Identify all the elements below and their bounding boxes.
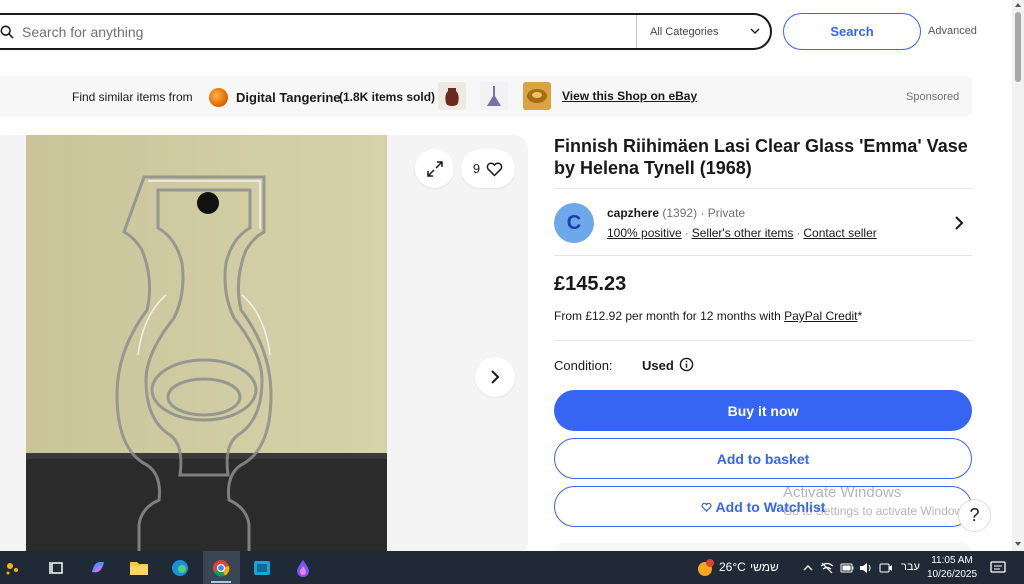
expand-image-button[interactable]	[415, 149, 454, 188]
heart-icon	[486, 161, 503, 177]
condition-value: Used	[642, 358, 674, 373]
seller-other-items-link[interactable]: Seller's other items	[692, 226, 794, 240]
listing-title: Finnish Riihimäen Lasi Clear Glass 'Emma…	[554, 136, 968, 178]
shop-item-thumbnail[interactable]	[523, 82, 551, 110]
product-photo[interactable]	[26, 135, 387, 555]
info-icon[interactable]	[679, 357, 694, 372]
chevron-right-icon[interactable]	[952, 216, 966, 230]
divider	[554, 255, 972, 256]
chrome-icon[interactable]	[209, 556, 233, 580]
view-shop-link[interactable]: View this Shop on eBay	[562, 89, 697, 103]
active-app-indicator	[211, 581, 231, 583]
meet-now-icon[interactable]	[874, 556, 898, 580]
edge-icon[interactable]	[168, 556, 192, 580]
shop-name[interactable]: Digital Tangerine	[236, 90, 341, 105]
task-view-icon[interactable]	[45, 556, 69, 580]
scroll-down-arrow-icon[interactable]	[1015, 541, 1021, 547]
clock-date: 10/26/2025	[926, 569, 978, 580]
price: £145.23	[554, 273, 627, 295]
separator-dot: ·	[700, 206, 705, 220]
windows-taskbar: 26°C שמשי עבר 11:05 AM 10/26/2025	[0, 551, 1024, 584]
weather-description[interactable]: שמשי	[750, 560, 779, 574]
expand-icon	[426, 160, 443, 177]
notification-icon[interactable]	[986, 556, 1010, 580]
scrollbar-thumb[interactable]	[1015, 12, 1021, 82]
banner-prefix: Find similar items from	[72, 90, 193, 104]
seller-feedback-count: (1392)	[662, 206, 698, 220]
category-select-value: All Categories	[650, 25, 719, 38]
category-select[interactable]: All Categories	[636, 15, 770, 48]
system-clock[interactable]: 11:05 AM 10/26/2025	[926, 554, 978, 582]
help-button[interactable]: ?	[958, 499, 991, 532]
clock-time: 11:05 AM	[931, 555, 973, 566]
condition-label: Condition:	[554, 358, 613, 373]
activate-windows-subtitle: Go to Settings to activate Windows.	[783, 504, 973, 518]
seller-links: 100% positive · Seller's other items · Conta…	[607, 226, 877, 240]
divider	[554, 340, 972, 341]
widgets-icon[interactable]	[2, 556, 26, 580]
search-icon	[0, 25, 14, 39]
weather-icon[interactable]	[693, 556, 717, 580]
shop-item-thumbnail[interactable]	[438, 82, 466, 110]
heart-icon	[701, 502, 712, 512]
scroll-up-arrow-icon[interactable]	[1015, 2, 1021, 8]
vertical-scrollbar[interactable]	[1012, 0, 1024, 551]
paint-icon[interactable]	[291, 556, 315, 580]
contact-seller-link[interactable]: Contact seller	[803, 226, 876, 240]
file-explorer-icon[interactable]	[127, 556, 151, 580]
watch-count: 9	[472, 161, 481, 176]
image-gallery: 9	[0, 135, 528, 555]
chevron-right-icon	[491, 370, 500, 384]
shop-sold-count: (1.8K items sold)	[339, 90, 436, 104]
finance-text: From £12.92 per month for 12 months with	[554, 309, 781, 323]
seller-info: capzhere (1392) · Private	[607, 206, 745, 220]
shop-logo[interactable]	[209, 88, 228, 107]
seller-type: Private	[707, 206, 746, 220]
finance-offer: From £12.92 per month for 12 months with…	[554, 309, 862, 323]
finance-asterisk: *	[857, 309, 863, 323]
chevron-down-icon	[750, 28, 760, 34]
add-to-basket-button[interactable]: Add to basket	[554, 438, 972, 479]
paypal-credit-link[interactable]: PayPal Credit	[784, 309, 857, 323]
advanced-search-link[interactable]: Advanced	[928, 25, 977, 37]
sponsored-shop-banner: Find similar items from Digital Tangerin…	[0, 76, 972, 117]
shop-item-thumbnail[interactable]	[480, 82, 508, 110]
ebay-listing-page: All Categories Search Advanced Find simi…	[0, 0, 1024, 584]
search-input[interactable]	[22, 22, 612, 42]
separator-dot: ·	[796, 226, 801, 240]
next-image-button[interactable]	[475, 357, 515, 397]
buy-it-now-button[interactable]: Buy it now	[554, 390, 972, 431]
separator-dot: ·	[684, 226, 689, 240]
search-bar: All Categories	[0, 13, 772, 50]
seller-name[interactable]: capzhere	[607, 206, 659, 220]
weather-temperature[interactable]: 26°C	[719, 560, 746, 574]
divider	[554, 188, 972, 189]
seller-avatar[interactable]: C	[554, 203, 594, 243]
copilot-icon[interactable]	[86, 556, 110, 580]
input-language-indicator[interactable]: עבר	[901, 561, 920, 573]
search-button[interactable]: Search	[783, 13, 921, 50]
app-icon[interactable]	[250, 556, 274, 580]
watch-count-button[interactable]: 9	[461, 149, 515, 188]
activate-windows-title: Activate Windows	[783, 484, 902, 501]
sponsored-label: Sponsored	[906, 91, 960, 103]
seller-positive-link[interactable]: 100% positive	[607, 226, 682, 240]
